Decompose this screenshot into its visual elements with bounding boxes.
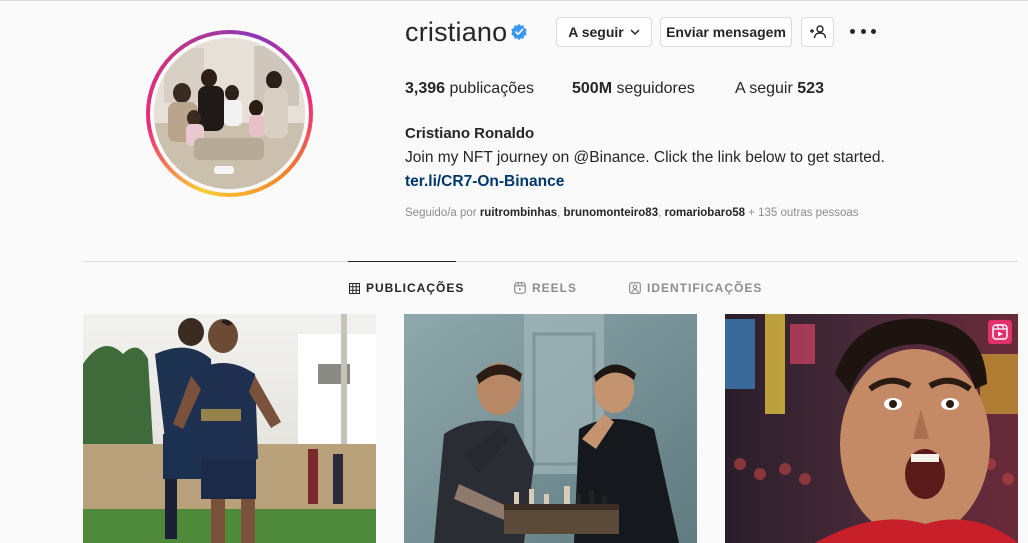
- followed-by-user[interactable]: ruitrombinhas: [480, 207, 557, 219]
- add-person-icon: [809, 25, 826, 39]
- followed-by-user[interactable]: romariobaro58: [664, 207, 745, 219]
- tabs-divider: [83, 261, 1018, 262]
- more-options-button[interactable]: [850, 24, 876, 38]
- send-message-label: Enviar mensagem: [666, 24, 786, 40]
- post-thumbnail[interactable]: [725, 314, 1018, 543]
- avatar: [154, 38, 305, 189]
- profile-external-link[interactable]: ter.li/CR7-On-Binance: [405, 173, 564, 191]
- following-button-label: A seguir: [568, 24, 624, 40]
- tagged-icon: [629, 282, 641, 294]
- following-count-link[interactable]: A seguir 523: [735, 80, 824, 98]
- top-border: [0, 0, 1028, 1]
- posts-count: 3,396 publicações: [405, 80, 534, 97]
- tab-tagged[interactable]: IDENTIFICAÇÕES: [629, 281, 762, 295]
- following-dropdown-button[interactable]: A seguir: [556, 17, 652, 47]
- profile-bio: Join my NFT journey on @Binance. Click t…: [405, 149, 885, 166]
- followed-by-user[interactable]: brunomonteiro83: [564, 207, 659, 219]
- more-options-icon: [850, 28, 855, 34]
- send-message-button[interactable]: Enviar mensagem: [660, 17, 792, 47]
- tab-posts[interactable]: PUBLICAÇÕES: [349, 281, 464, 295]
- verified-badge-icon: [511, 23, 527, 41]
- tab-reels[interactable]: REELS: [514, 281, 577, 295]
- post-image-chess: [404, 314, 697, 543]
- followed-by[interactable]: Seguido/a por ruitrombinhas, brunomontei…: [405, 207, 859, 219]
- profile-username: cristiano: [405, 17, 508, 47]
- chevron-down-icon: [630, 29, 640, 36]
- grid-icon: [349, 282, 360, 294]
- followers-count-link[interactable]: 500M seguidores: [572, 80, 695, 98]
- suggested-accounts-button[interactable]: [801, 17, 834, 47]
- profile-full-name: Cristiano Ronaldo: [405, 125, 535, 142]
- avatar-family-photo: [154, 38, 305, 189]
- post-thumbnail[interactable]: [83, 314, 376, 543]
- post-image-football-training: [83, 314, 376, 543]
- reels-badge-icon: [988, 320, 1012, 344]
- reels-icon: [514, 282, 526, 294]
- post-image-celebration: [725, 314, 1018, 543]
- post-thumbnail[interactable]: [404, 314, 697, 543]
- active-tab-indicator: [348, 261, 456, 262]
- profile-avatar-story-ring[interactable]: [146, 30, 313, 197]
